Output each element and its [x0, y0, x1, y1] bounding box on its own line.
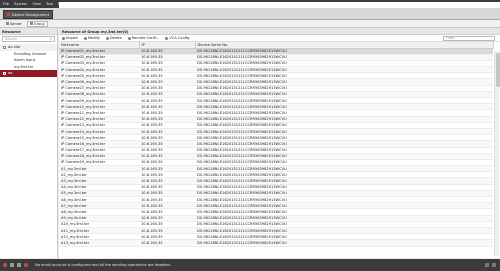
action-label: Import: [66, 36, 78, 40]
expand-toggle-icon[interactable]: [3, 45, 6, 49]
vertical-scrollbar[interactable]: [494, 51, 500, 256]
action-button[interactable]: VCA Config: [165, 36, 189, 40]
tree-item-label: aa: [8, 71, 13, 76]
tree-item-label: Encoding Channel: [14, 51, 47, 56]
resource-tree: ds-4ibr Encoding Channel Alarm Input my.3ml…: [0, 44, 57, 77]
menu-file[interactable]: File: [3, 2, 9, 6]
group-resource-title: Resource of Group my.3ml.ter(0): [59, 28, 500, 35]
action-button[interactable]: Import: [62, 36, 78, 40]
action-icon: [127, 36, 131, 40]
cell-serial: DS-96128NI-E1620151211CCRR563982913WCVU: [195, 239, 493, 247]
action-icon: [83, 36, 87, 40]
action-label: VCA Config: [169, 36, 190, 40]
system-menu-bar: FileSystemViewToolHelp iVMS-4200 ● admin…: [0, 0, 500, 232]
menu-system[interactable]: System: [14, 2, 27, 6]
tab-device-management[interactable]: Device Management: [3, 10, 53, 19]
tree-item-label: ds-4ibr: [8, 45, 21, 50]
resource-panel: Resource Search ⚲ ds-4ibr Encoding Channe…: [0, 28, 58, 258]
device-management-icon: [7, 13, 10, 16]
server-button[interactable]: Server: [3, 21, 25, 27]
tree-item-label: Alarm Input: [14, 58, 36, 63]
menu-tool[interactable]: Tool: [46, 2, 53, 6]
action-button[interactable]: Delete: [105, 36, 122, 40]
resource-panel-title: Resource: [0, 28, 57, 35]
event-icon[interactable]: [10, 263, 14, 267]
server-label: Server: [10, 21, 22, 26]
action-bar: Import Modify Delete Remote Confi... VCA Con…: [59, 35, 500, 42]
group-label: Group: [33, 21, 45, 26]
table-row[interactable]: A13_my.3ml.ter 10.6.165.35 DS-96128NI-E162…: [59, 239, 493, 247]
alarm-icon[interactable]: [3, 263, 7, 267]
cell-ip: 10.6.165.35: [139, 239, 195, 247]
action-button[interactable]: Modify: [83, 36, 100, 40]
view-toolbar: Server Group: [0, 20, 500, 28]
resource-table: Nickname IP Device Serial No. IP Camera0…: [59, 42, 494, 247]
audio-icon[interactable]: [17, 263, 21, 267]
status-bar: No email account is configured and all t…: [0, 259, 500, 271]
pin-icon[interactable]: [485, 262, 489, 267]
action-icon: [62, 36, 65, 40]
filter-input[interactable]: Filter: [443, 36, 495, 41]
server-icon: [6, 22, 9, 25]
group-button[interactable]: Group: [26, 20, 48, 27]
warning-icon[interactable]: [24, 263, 28, 267]
group-icon: [29, 22, 33, 25]
cell-name: A13_my.3ml.ter: [59, 239, 139, 247]
resource-search-input[interactable]: Search ⚲: [2, 36, 55, 42]
tree-item[interactable]: aa: [0, 70, 57, 77]
group-resource-panel: Resource of Group my.3ml.ter(0) Import Mo…: [59, 28, 500, 258]
action-icon: [165, 36, 169, 40]
tree-item-label: my.3ml.ter: [14, 64, 34, 69]
action-icon: [105, 36, 109, 40]
action-label: Modify: [87, 36, 100, 40]
module-tab-bar: Device Management: [0, 8, 500, 20]
expand-icon[interactable]: [492, 262, 496, 267]
scrollbar-thumb[interactable]: [495, 53, 500, 87]
expand-toggle-icon[interactable]: [3, 71, 6, 75]
action-label: Delete: [109, 36, 122, 40]
search-placeholder: Search: [5, 37, 18, 41]
action-button[interactable]: Remote Confi...: [127, 36, 160, 40]
status-controls: [485, 262, 496, 267]
main-menu: FileSystemViewToolHelp: [0, 2, 66, 6]
menu-view[interactable]: View: [32, 2, 41, 6]
action-label: Remote Confi...: [131, 36, 160, 40]
tab-label: Device Management: [12, 12, 50, 17]
search-icon[interactable]: ⚲: [49, 37, 52, 41]
status-message: No email account is configured and all t…: [35, 263, 171, 267]
